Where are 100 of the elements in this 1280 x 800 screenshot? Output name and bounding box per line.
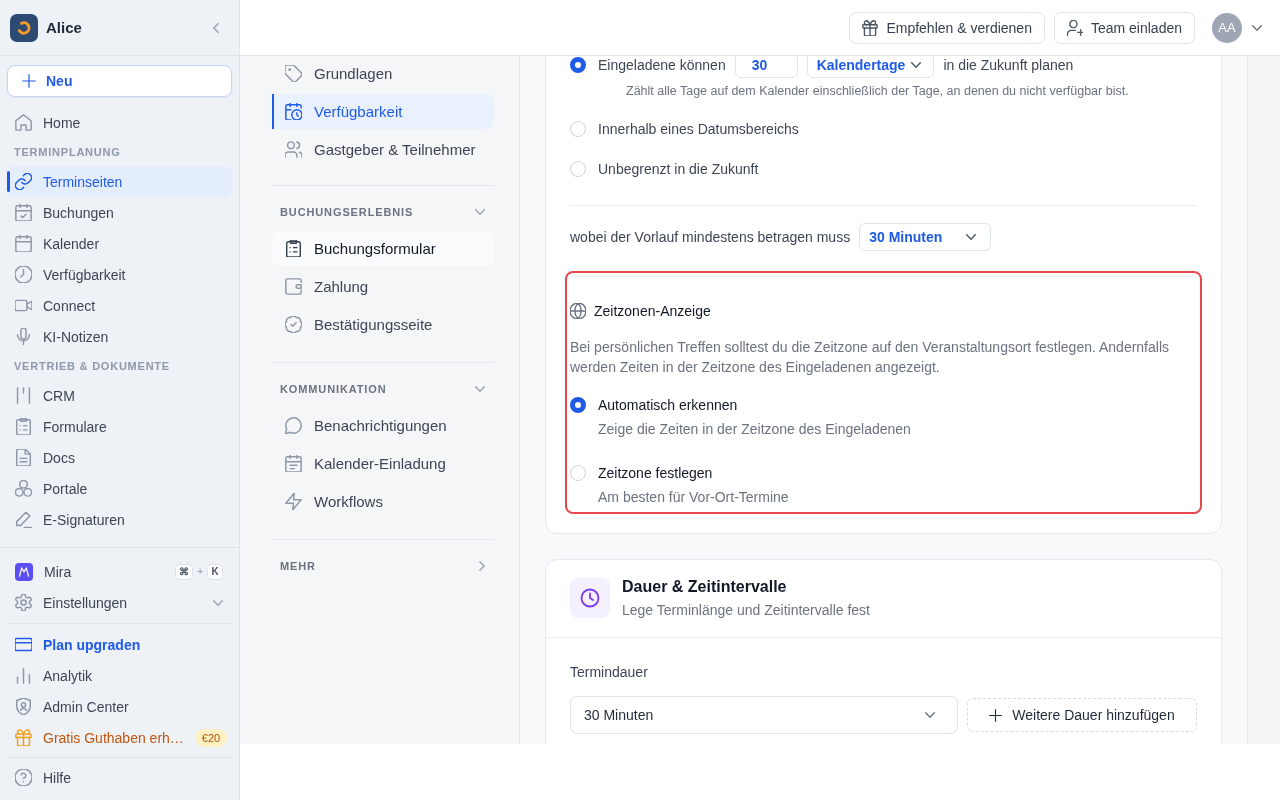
sidebar-item[interactable]: Connect [7, 290, 232, 321]
calendar-clock-icon [285, 103, 302, 120]
settings-nav-item[interactable]: Workflows [272, 484, 494, 519]
add-duration-button[interactable]: Weitere Dauer hinzufügen [967, 698, 1197, 732]
globe-icon [570, 303, 586, 319]
settings-nav-item[interactable]: Zahlung [272, 269, 494, 304]
collapse-icon[interactable] [213, 22, 219, 33]
columns-icon [15, 387, 32, 404]
settings-nav-item[interactable]: Bestätigungsseite [272, 307, 494, 342]
sidebar-item[interactable]: Admin Center [7, 691, 232, 722]
tag-icon [285, 65, 302, 82]
section-label: BUCHUNGSERLEBNIS [280, 206, 414, 218]
credit-badge: €20 [194, 728, 228, 747]
section-label: KOMMUNIKATION [280, 383, 387, 395]
settings-nav-item[interactable]: Grundlagen [272, 56, 494, 91]
video-camera-icon [15, 297, 32, 314]
plus-icon [22, 74, 36, 88]
sidebar-item[interactable]: Kalender [7, 228, 232, 259]
plus-icon [989, 708, 1003, 722]
microphone-icon [15, 328, 32, 345]
sidebar-item[interactable]: Analytik [7, 660, 232, 691]
clock-icon [15, 266, 32, 283]
section-label: MEHR [280, 560, 316, 572]
bar-chart-icon [15, 667, 32, 684]
sidebar-item[interactable]: KI-Notizen [7, 321, 232, 352]
sidebar-item[interactable]: Plan upgraden [7, 629, 232, 660]
option-label: Innerhalb eines Datumsbereichs [598, 121, 799, 137]
sidebar-item[interactable]: Buchungen [7, 197, 232, 228]
referral-button[interactable]: Empfehlen & verdienen [849, 11, 1045, 44]
caret-icon [911, 62, 922, 68]
settings-icon [15, 594, 32, 611]
calendar-icon [285, 455, 302, 472]
sidebar-item[interactable]: E-Signaturen [7, 504, 232, 535]
assistant-logo-icon [15, 562, 33, 581]
clock-icon [570, 578, 610, 618]
caret-icon [925, 712, 935, 718]
help-icon [15, 769, 32, 786]
chevron-down-icon[interactable] [475, 209, 485, 215]
settings-nav-item[interactable]: Gastgeber & Teilnehmer [272, 132, 494, 167]
settings-nav-item[interactable]: Benachrichtigungen [272, 408, 494, 443]
sidebar-item[interactable]: Formulare [7, 411, 232, 442]
option-label: Automatisch erkennen [598, 397, 738, 413]
key-cap: ⌘ [175, 563, 194, 580]
notice-label: wobei der Vorlauf mindestens betragen muss [570, 229, 851, 245]
users-icon [285, 141, 302, 158]
lightning-icon [285, 493, 302, 510]
card-subtitle: Lege Terminlänge und Zeitintervalle fest [622, 601, 870, 619]
key-cap: K [207, 563, 223, 580]
sidebar-item[interactable]: Verfügbarkeit [7, 259, 232, 290]
option-description: Zeige die Zeiten in der Zeitzone des Eingeladenen [597, 420, 912, 439]
calendar-check-icon [15, 204, 32, 221]
chevron-down-icon[interactable] [475, 386, 485, 392]
clipboard-icon [285, 240, 302, 257]
notice-dropdown[interactable]: 30 Minuten [859, 223, 992, 251]
sidebar-item[interactable]: Einstellungen [7, 587, 232, 618]
settings-nav-item[interactable]: Kalender-Einladung [272, 446, 494, 481]
duration-select[interactable]: 30 Minuten [570, 696, 958, 734]
gift-icon [862, 19, 879, 36]
invite-button[interactable]: Team einladen [1053, 11, 1195, 44]
badge-check-icon [285, 316, 302, 333]
chat-bubble-icon [285, 417, 302, 434]
radio-button[interactable] [570, 57, 586, 73]
option-hint: Zählt alle Tage auf dem Kalender einschließlich der Tage, an denen du nicht verfügbar bist. [625, 83, 1130, 99]
chevron-down-icon[interactable] [1252, 24, 1262, 31]
days-input[interactable]: 30 [734, 56, 798, 78]
calendar-icon [15, 235, 32, 252]
sidebar-item[interactable]: Mira ⌘ + K [7, 556, 232, 587]
pen-icon [15, 511, 32, 528]
radio-button[interactable] [570, 397, 586, 413]
settings-nav-item[interactable]: Buchungsformular [272, 231, 494, 266]
clipboard-icon [15, 418, 32, 435]
section-title: Zeitzonen-Anzeige [594, 303, 711, 319]
wallet-icon [285, 278, 302, 295]
workspace-name: Alice [46, 19, 83, 36]
card-title: Dauer & Zeitintervalle [622, 577, 788, 597]
field-label: Termindauer [570, 663, 649, 682]
circles-icon [15, 480, 32, 497]
sidebar-item[interactable]: Gratis Guthaben erh… €20 [7, 722, 232, 753]
section-description: Bei persönlichen Treffen solltest du die Zeitzone auf den Veranstaltungsort festlegen. Andernfalls werden Zeiten in der Zeitzone des Eingeladenen angezeigt. [570, 338, 1170, 377]
option-label: Unbegrenzt in die Zukunft [598, 161, 759, 177]
sidebar-item[interactable]: CRM [7, 380, 232, 411]
home-icon [15, 114, 32, 131]
settings-nav-item[interactable]: Verfügbarkeit [272, 94, 494, 129]
caret-icon [966, 234, 977, 240]
sidebar-item[interactable]: Docs [7, 442, 232, 473]
chevron-right-icon[interactable] [479, 561, 485, 571]
sidebar-item[interactable]: Hilfe [7, 762, 232, 793]
new-button[interactable]: Neu [7, 65, 232, 97]
sidebar-item[interactable]: Terminseiten [7, 166, 232, 197]
credit-card-icon [15, 636, 32, 653]
gift-icon [15, 729, 32, 746]
workspace-logo-icon[interactable] [10, 13, 38, 42]
option-description: Am besten für Vor-Ort-Termine [597, 488, 790, 507]
option-label: Eingeladene können [598, 57, 726, 73]
sidebar-item[interactable]: Portale [7, 473, 232, 504]
sidebar-item[interactable]: Home [7, 107, 232, 138]
section-label: TERMINPLANUNG [13, 145, 122, 160]
unit-dropdown[interactable]: Kalendertage [806, 56, 935, 78]
document-icon [15, 449, 32, 466]
shield-user-icon [15, 698, 32, 715]
